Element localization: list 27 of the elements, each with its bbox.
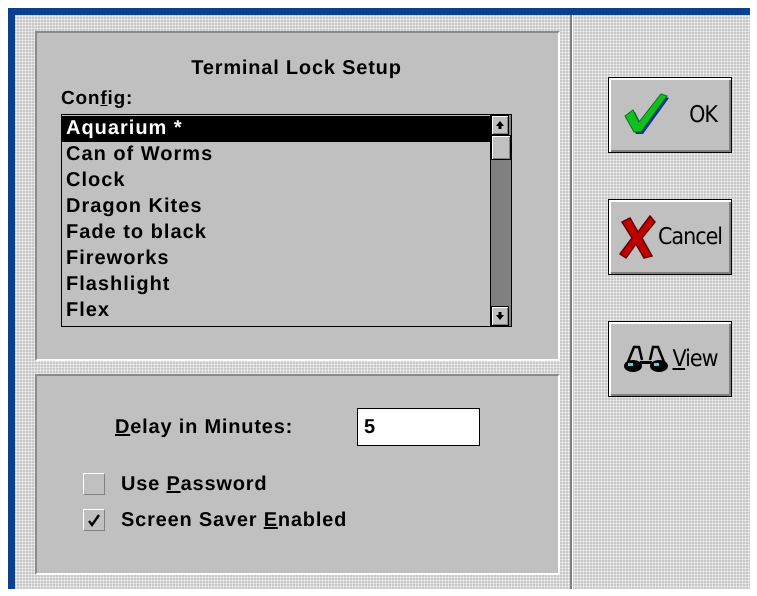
cancel-button[interactable]: Cancel (608, 199, 732, 275)
list-item[interactable]: Can of Worms (62, 142, 490, 168)
scroll-down-icon[interactable] (491, 306, 509, 326)
list-item[interactable]: Clock (62, 168, 490, 194)
cross-icon (618, 214, 656, 260)
scrollbar[interactable] (490, 115, 511, 326)
list-item[interactable]: Fireworks (62, 246, 490, 272)
scroll-thumb[interactable] (491, 135, 511, 160)
panel-title: Terminal Lock Setup (191, 57, 402, 80)
config-label: Config: (61, 88, 134, 110)
list-item[interactable]: Dragon Kites (62, 194, 490, 220)
view-button[interactable]: View (608, 321, 732, 397)
delay-field[interactable]: 5 (357, 408, 480, 446)
list-item[interactable]: Flashlight (62, 272, 490, 298)
scroll-up-icon[interactable] (491, 115, 509, 135)
glasses-icon (622, 344, 670, 374)
list-item[interactable]: Fade to black (62, 220, 490, 246)
list-item[interactable]: Aquarium * (62, 116, 490, 142)
checkbox-label[interactable]: Screen Saver Enabled (121, 508, 348, 532)
config-listbox[interactable]: Aquarium * Can of Worms Clock Dragon Kites Fade to black Fireworks Flashlight Flex (61, 114, 512, 327)
checkbox[interactable] (83, 473, 105, 495)
check-icon (86, 512, 102, 528)
checkbox-label[interactable]: Use Password (121, 472, 268, 496)
ok-button[interactable]: OK (608, 77, 732, 153)
list-item[interactable]: Flex (62, 298, 490, 324)
checkbox[interactable] (83, 509, 105, 531)
delay-label: Delay in Minutes: (115, 416, 294, 438)
